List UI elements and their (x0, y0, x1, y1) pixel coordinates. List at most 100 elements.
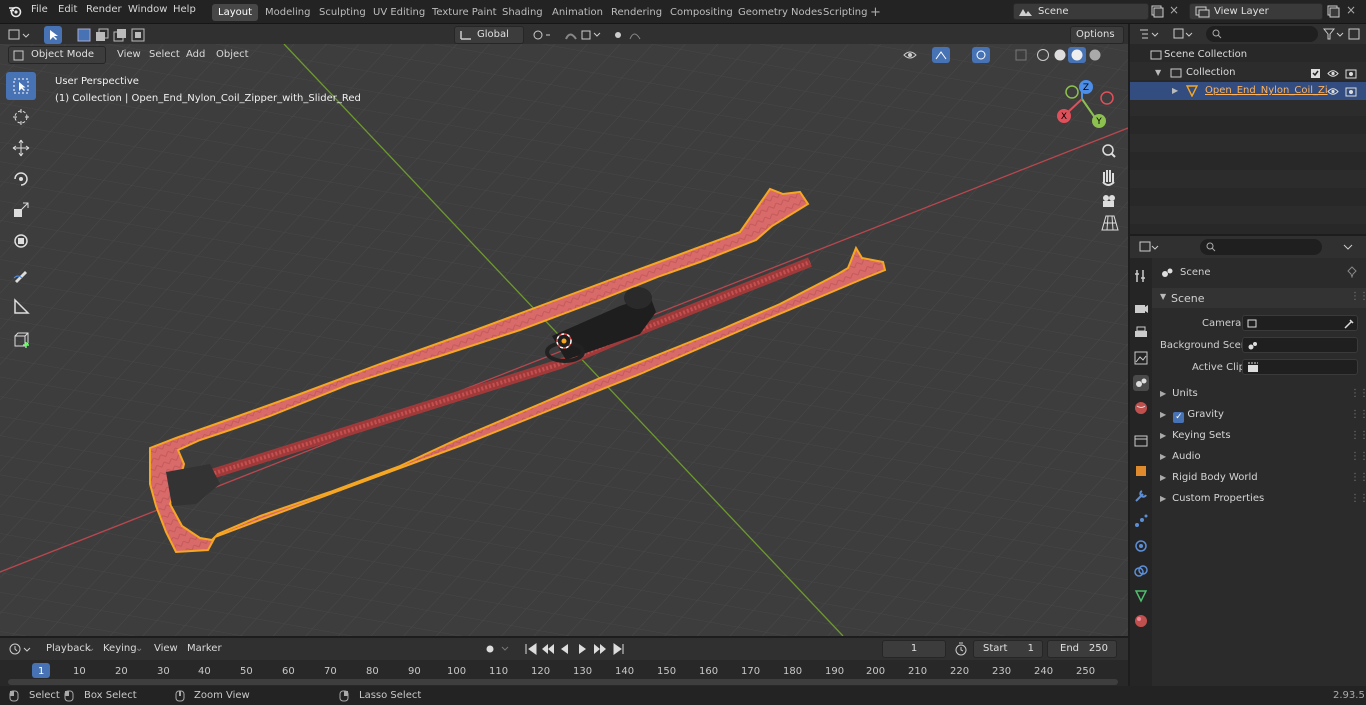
tab-constraints[interactable] (1133, 563, 1149, 579)
outliner-row-collection[interactable]: ▼ Collection (1130, 64, 1366, 82)
tool-rotate[interactable] (6, 165, 36, 193)
outliner-row-scene-collection[interactable]: Scene Collection (1130, 46, 1366, 64)
start-frame-field[interactable]: Start 1 (973, 640, 1043, 658)
tab-uv-editing[interactable]: UV Editing (367, 4, 431, 21)
timeline-menu-playback[interactable]: Playback (46, 643, 91, 654)
panel-keying-drag-icon[interactable]: ⋮⋮ (1350, 426, 1366, 446)
stopwatch-icon[interactable] (954, 642, 968, 656)
tab-rendering[interactable]: Rendering (605, 4, 668, 21)
tool-add-cube[interactable] (6, 326, 36, 354)
tab-output[interactable] (1133, 325, 1149, 341)
tab-texture-paint[interactable]: Texture Paint (426, 4, 503, 21)
editor-type-icon[interactable] (8, 28, 30, 42)
gizmo-toggle-icon[interactable] (932, 47, 950, 63)
viewport-menu-view[interactable]: View (117, 49, 141, 60)
view-layer-selector[interactable]: View Layer (1189, 3, 1323, 20)
options-dropdown[interactable]: Options (1070, 26, 1124, 44)
panel-rigid-drag-icon[interactable]: ⋮⋮ (1350, 468, 1366, 488)
tab-shading[interactable]: Shading (496, 4, 549, 21)
timeline-menu-view[interactable]: View (154, 643, 178, 654)
add-workspace-button[interactable]: + (870, 5, 881, 20)
panel-units[interactable]: ▶ Units ⋮⋮ (1156, 384, 1366, 404)
jump-start-icon[interactable] (525, 643, 537, 655)
active-clip-field[interactable] (1242, 359, 1358, 375)
visibility-icon[interactable] (903, 51, 917, 59)
tab-compositing[interactable]: Compositing (664, 4, 739, 21)
camera-view-icon[interactable] (1103, 195, 1115, 207)
tab-collection[interactable] (1133, 433, 1149, 449)
display-mode-icon[interactable] (1172, 27, 1194, 41)
mode-dropdown[interactable]: Object Mode (8, 46, 106, 64)
tool-scale[interactable] (6, 196, 36, 224)
panel-keying-sets[interactable]: ▶ Keying Sets ⋮⋮ (1156, 426, 1366, 446)
timeline-area[interactable]: 1 10 20 30 40 50 60 70 80 90 100 110 120… (0, 660, 1128, 686)
tab-layout[interactable]: Layout (212, 4, 258, 21)
tab-tool[interactable] (1133, 268, 1149, 284)
pan-hand-icon[interactable] (1102, 170, 1115, 186)
tool-transform[interactable] (6, 227, 36, 255)
filter-icon[interactable] (1322, 27, 1362, 41)
transform-orientation-dropdown[interactable]: Global (454, 26, 524, 44)
tab-geometry-nodes[interactable]: Geometry Nodes (732, 4, 828, 21)
tab-data[interactable] (1133, 588, 1149, 604)
panel-audio-drag-icon[interactable]: ⋮⋮ (1350, 447, 1366, 467)
play-icon[interactable] (579, 644, 586, 654)
play-reverse-icon[interactable] (561, 644, 568, 654)
viewport-menu-select[interactable]: Select (149, 49, 180, 60)
gravity-checkbox[interactable]: ✓ (1173, 412, 1185, 423)
eyedropper-icon[interactable] (1343, 318, 1355, 329)
xray-toggle-icon[interactable] (1015, 49, 1027, 61)
zoom-icon[interactable] (1102, 144, 1116, 158)
delete-scene-icon[interactable]: × (1169, 3, 1179, 17)
tab-animation[interactable]: Animation (546, 4, 609, 21)
menu-window[interactable]: Window (128, 4, 167, 15)
outliner-search-input[interactable] (1206, 26, 1318, 42)
pin-icon[interactable] (1346, 266, 1358, 278)
viewport-shading-controls[interactable] (902, 47, 1122, 63)
expand-arrow-icon[interactable]: ▶ (1172, 82, 1178, 100)
selection-mode-buttons[interactable] (76, 28, 158, 42)
background-scene-field[interactable] (1242, 337, 1358, 353)
end-frame-field[interactable]: End 250 (1047, 640, 1117, 658)
tab-physics[interactable] (1133, 538, 1149, 554)
rendered-shading-icon[interactable] (1089, 49, 1101, 61)
properties-search-input[interactable] (1200, 239, 1322, 255)
overlay-toggle-icon[interactable] (972, 47, 990, 63)
timeline-menu-marker[interactable]: Marker (187, 643, 222, 654)
tool-annotate[interactable] (6, 261, 36, 289)
tab-sculpting[interactable]: Sculpting (313, 4, 372, 21)
scene-selector[interactable]: Scene (1013, 3, 1149, 20)
wireframe-shading-icon[interactable] (1037, 49, 1049, 61)
object-visibility-icons[interactable] (1326, 86, 1360, 97)
menu-file[interactable]: File (31, 4, 48, 15)
tool-cursor[interactable] (6, 103, 36, 131)
current-frame-field[interactable]: 1 (882, 640, 946, 658)
viewport-menu-add[interactable]: Add (186, 49, 205, 60)
prev-keyframe-icon[interactable] (542, 644, 554, 654)
tab-object[interactable] (1133, 463, 1149, 479)
tool-measure[interactable] (6, 292, 36, 320)
viewport-menu-object[interactable]: Object (216, 49, 249, 60)
tab-particles[interactable] (1133, 513, 1149, 529)
camera-field[interactable] (1242, 315, 1358, 331)
snapping-controls-icon[interactable] (530, 28, 650, 42)
solid-shading-icon[interactable] (1054, 49, 1066, 61)
tab-modeling[interactable]: Modeling (259, 4, 317, 21)
new-view-layer-icon[interactable] (1326, 4, 1340, 18)
properties-options-chevron-icon[interactable] (1342, 242, 1354, 252)
material-shading-icon[interactable] (1071, 49, 1083, 61)
viewport-canvas[interactable]: Z Y X (0, 44, 1128, 636)
tool-select-box[interactable] (6, 72, 36, 100)
timeline-scrollbar[interactable] (8, 679, 1118, 685)
tab-scripting[interactable]: Scripting (817, 4, 873, 21)
tab-render[interactable] (1133, 300, 1149, 316)
outliner-row-zipper-object[interactable]: ▶ Open_End_Nylon_Coil_Zi (1130, 82, 1366, 100)
panel-custom-properties[interactable]: ▶ Custom Properties ⋮⋮ (1156, 489, 1366, 509)
next-keyframe-icon[interactable] (594, 644, 606, 654)
panel-rigid-body-world[interactable]: ▶ Rigid Body World ⋮⋮ (1156, 468, 1366, 488)
tab-world[interactable] (1133, 400, 1149, 416)
tab-view-layer[interactable] (1133, 350, 1149, 366)
tab-modifiers[interactable] (1133, 488, 1149, 504)
panel-units-drag-icon[interactable]: ⋮⋮ (1350, 384, 1366, 404)
panel-custom-drag-icon[interactable]: ⋮⋮ (1350, 489, 1366, 509)
